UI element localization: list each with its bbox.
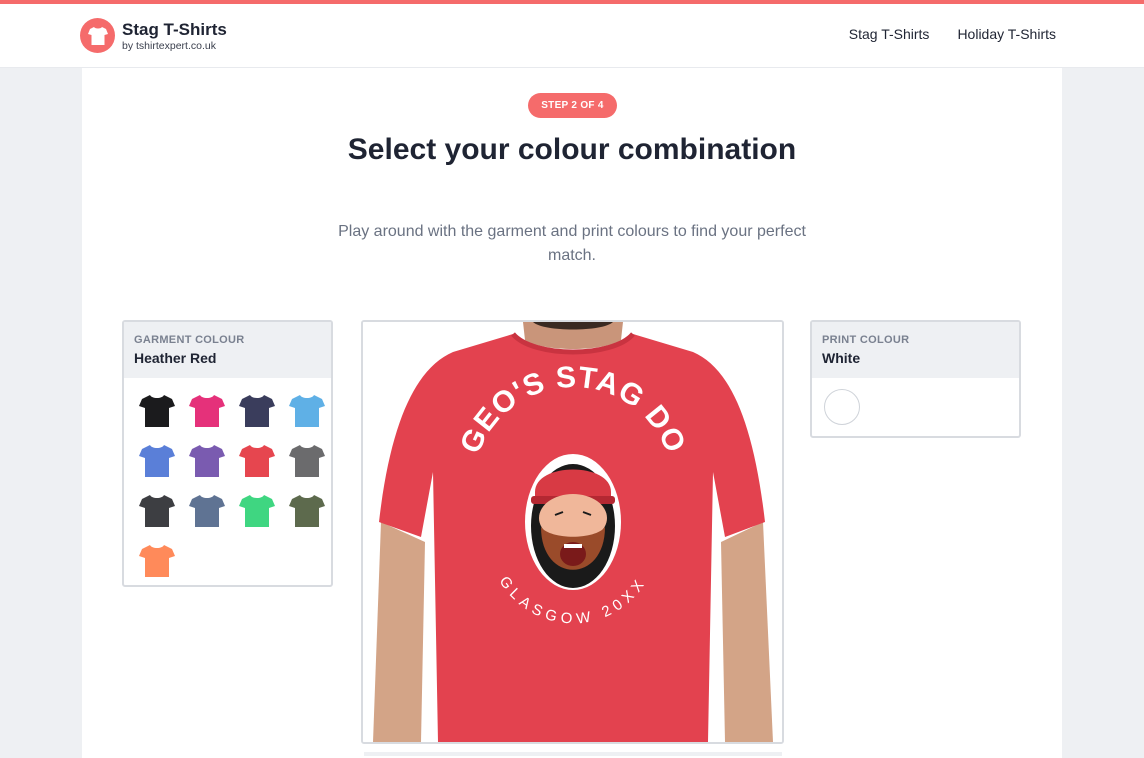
garment-swatch-4[interactable] [282,386,331,436]
model-left-arm [373,522,425,742]
bearded-face-illustration [525,454,621,590]
garment-swatch-12[interactable] [282,486,331,536]
brand-logo-link[interactable]: Stag T-Shirts by tshirtexpert.co.uk [80,18,227,53]
print-colour-label: PRINT COLOUR [822,334,910,346]
tshirt-icon [189,395,225,427]
garment-swatch-10[interactable] [182,486,232,536]
tshirt-icon [239,495,275,527]
tshirt-icon [289,395,325,427]
tshirt-icon [189,495,225,527]
preview-bottom-edge [364,752,782,756]
tshirt-icon [289,445,325,477]
garment-swatch-2[interactable] [182,386,232,436]
tshirt-preview: GEO'S STAG DO GLASGOW 20XX [361,320,784,744]
nav-link-stag-tshirts[interactable]: Stag T-Shirts [849,26,930,42]
main-nav: Stag T-Shirts Holiday T-Shirts [849,26,1056,42]
main-content: STEP 2 OF 4 Select your colour combinati… [82,68,1062,758]
garment-swatch-11[interactable] [232,486,282,536]
tshirt-icon [139,395,175,427]
garment-swatch-1[interactable] [132,386,182,436]
garment-swatch-8[interactable] [282,436,331,486]
step-badge: STEP 2 OF 4 [528,93,617,118]
print-colour-selected: White [822,350,861,366]
nav-link-holiday-tshirts[interactable]: Holiday T-Shirts [957,26,1056,42]
brand-name: Stag T-Shirts [122,19,227,39]
tshirt-icon [139,445,175,477]
tshirt-icon [139,495,175,527]
top-navigation-bar: Stag T-Shirts by tshirtexpert.co.uk Stag… [0,0,1144,68]
garment-swatch-6[interactable] [182,436,232,486]
print-swatch-white[interactable] [824,389,860,425]
garment-colour-panel: GARMENT COLOUR Heather Red [122,320,333,587]
garment-colour-label: GARMENT COLOUR [134,334,245,346]
garment-swatch-9[interactable] [132,486,182,536]
garment-swatch-7[interactable] [232,436,282,486]
tshirt-icon [289,495,325,527]
page-subtitle: Play around with the garment and print c… [338,223,806,264]
tshirt-icon [239,395,275,427]
tshirt-icon [239,445,275,477]
tshirt-icon [139,545,175,577]
garment-swatch-3[interactable] [232,386,282,436]
garment-swatch-5[interactable] [132,436,182,486]
tshirt-icon [189,445,225,477]
brand-subtitle: by tshirtexpert.co.uk [122,39,216,52]
tshirt-preview-image: GEO'S STAG DO GLASGOW 20XX [363,322,782,742]
garment-swatch-13[interactable] [132,536,182,585]
garment-swatch-grid [124,378,331,585]
page-title: Select your colour combination [347,133,797,166]
tshirt-logo-icon [80,18,115,53]
garment-colour-selected: Heather Red [134,350,217,366]
print-colour-panel: PRINT COLOUR White [810,320,1021,438]
